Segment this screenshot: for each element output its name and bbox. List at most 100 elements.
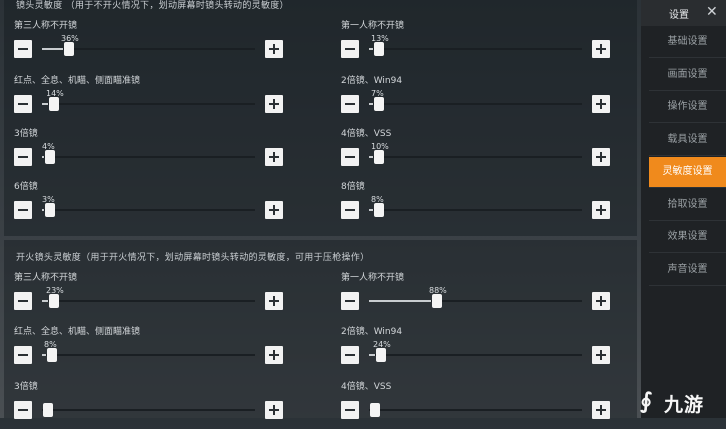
slider-label: 第三人称不开镜 <box>14 21 78 31</box>
decrease-button[interactable] <box>14 40 32 58</box>
plus-icon-stem <box>273 44 275 54</box>
slider-label: 红点、全息、机瞄、侧面瞄准镜 <box>14 327 141 337</box>
minus-icon <box>345 209 355 211</box>
decrease-button[interactable] <box>14 292 32 310</box>
plus-icon-stem <box>273 152 275 162</box>
decrease-button[interactable] <box>341 148 359 166</box>
sensitivity-slider-row: 8倍镜 8% <box>341 179 641 229</box>
slider-label: 3倍镜 <box>14 382 38 392</box>
slider-value: 4% <box>42 142 55 151</box>
sidebar-item-1[interactable]: 画面设置 <box>649 60 726 91</box>
decrease-button[interactable] <box>14 201 32 219</box>
sidebar-item-6[interactable]: 效果设置 <box>649 222 726 253</box>
plus-icon-stem <box>273 296 275 306</box>
slider-thumb[interactable] <box>43 403 53 417</box>
minus-icon <box>345 48 355 50</box>
slider-track[interactable] <box>42 403 255 417</box>
increase-button[interactable] <box>592 148 610 166</box>
slider-fill <box>42 48 63 50</box>
minus-icon <box>18 48 28 50</box>
slider-value: 7% <box>371 89 384 98</box>
slider-thumb[interactable] <box>45 150 55 164</box>
slider-thumb[interactable] <box>374 42 384 56</box>
plus-icon-stem <box>600 296 602 306</box>
minus-icon <box>18 354 28 356</box>
increase-button[interactable] <box>265 40 283 58</box>
slider-thumb[interactable] <box>374 150 384 164</box>
increase-button[interactable] <box>592 346 610 364</box>
increase-button[interactable] <box>592 40 610 58</box>
slider-track[interactable] <box>369 348 582 362</box>
decrease-button[interactable] <box>341 201 359 219</box>
increase-button[interactable] <box>592 201 610 219</box>
slider-thumb[interactable] <box>370 403 380 417</box>
slider-thumb[interactable] <box>49 294 59 308</box>
slider-thumb[interactable] <box>374 203 384 217</box>
slider-label: 3倍镜 <box>14 129 38 139</box>
minus-icon <box>345 354 355 356</box>
decrease-button[interactable] <box>341 40 359 58</box>
slider-track[interactable] <box>42 97 255 111</box>
slider-track[interactable] <box>42 294 255 308</box>
slider-track[interactable] <box>42 348 255 362</box>
decrease-button[interactable] <box>14 401 32 419</box>
slider-thumb[interactable] <box>376 348 386 362</box>
increase-button[interactable] <box>592 95 610 113</box>
increase-button[interactable] <box>265 95 283 113</box>
decrease-button[interactable] <box>14 346 32 364</box>
increase-button[interactable] <box>265 346 283 364</box>
increase-button[interactable] <box>265 401 283 419</box>
plus-icon-stem <box>600 405 602 415</box>
sensitivity-slider-row: 4倍镜、VSS 10% <box>341 126 641 176</box>
slider-track[interactable] <box>369 294 582 308</box>
slider-track[interactable] <box>369 42 582 56</box>
plus-icon-stem <box>600 44 602 54</box>
slider-thumb[interactable] <box>374 97 384 111</box>
sensitivity-slider-row: 4倍镜、VSS <box>341 379 641 429</box>
increase-button[interactable] <box>265 292 283 310</box>
sidebar-item-3[interactable]: 载具设置 <box>649 125 726 156</box>
plus-icon-stem <box>600 99 602 109</box>
slider-track[interactable] <box>369 403 582 417</box>
decrease-button[interactable] <box>341 346 359 364</box>
slider-fill <box>369 209 373 211</box>
slider-fill <box>42 103 48 105</box>
slider-track[interactable] <box>369 203 582 217</box>
slider-thumb[interactable] <box>47 348 57 362</box>
slider-label: 6倍镜 <box>14 182 38 192</box>
slider-track[interactable] <box>42 42 255 56</box>
minus-icon <box>18 209 28 211</box>
sidebar-item-4[interactable]: 灵敏度设置 <box>649 157 726 188</box>
slider-thumb[interactable] <box>45 203 55 217</box>
slider-thumb[interactable] <box>49 97 59 111</box>
slider-track[interactable] <box>42 150 255 164</box>
plus-icon-stem <box>273 205 275 215</box>
close-icon[interactable]: ✕ <box>706 4 718 20</box>
slider-fill <box>42 354 46 356</box>
increase-button[interactable] <box>592 292 610 310</box>
increase-button[interactable] <box>265 148 283 166</box>
settings-sidebar: 设置 ✕ 基础设置 画面设置 操作设置 载具设置 灵敏度设置 拾取设置 效果设置 声音设置 <box>641 0 726 418</box>
slider-fill <box>369 48 373 50</box>
section-title: 开火镜头灵敏度（用于开火情况下，划动屏幕时镜头转动的灵敏度，可用于压枪操作） <box>16 253 370 263</box>
minus-icon <box>345 409 355 411</box>
slider-track[interactable] <box>369 97 582 111</box>
slider-track[interactable] <box>42 203 255 217</box>
sensitivity-slider-row: 2倍镜、Win94 24% <box>341 324 641 374</box>
plus-icon-stem <box>600 350 602 360</box>
sidebar-item-5[interactable]: 拾取设置 <box>649 190 726 221</box>
slider-track[interactable] <box>369 150 582 164</box>
decrease-button[interactable] <box>341 401 359 419</box>
sidebar-item-2[interactable]: 操作设置 <box>649 92 726 123</box>
sidebar-item-0[interactable]: 基础设置 <box>649 27 726 58</box>
decrease-button[interactable] <box>14 95 32 113</box>
slider-thumb[interactable] <box>432 294 442 308</box>
sidebar-item-7[interactable]: 声音设置 <box>649 255 726 286</box>
increase-button[interactable] <box>265 201 283 219</box>
slider-thumb[interactable] <box>64 42 74 56</box>
decrease-button[interactable] <box>14 148 32 166</box>
decrease-button[interactable] <box>341 292 359 310</box>
slider-value: 23% <box>46 286 64 295</box>
decrease-button[interactable] <box>341 95 359 113</box>
increase-button[interactable] <box>592 401 610 419</box>
